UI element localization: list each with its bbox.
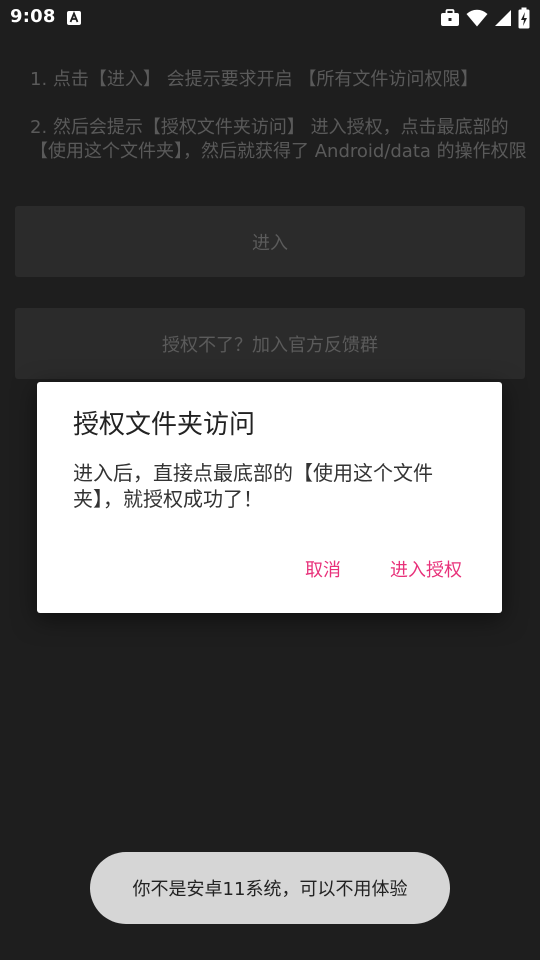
join-feedback-group-button[interactable]: 授权不了？加入官方反馈群 <box>15 308 525 379</box>
signal-icon <box>495 10 511 26</box>
toast-message: 你不是安卓11系统，可以不用体验 <box>90 852 450 924</box>
battery-charging-icon <box>518 7 530 29</box>
enter-button[interactable]: 进入 <box>15 206 525 277</box>
keyboard-a-icon <box>67 11 81 25</box>
briefcase-icon <box>441 9 459 26</box>
status-time: 9:08 <box>10 6 56 27</box>
instruction-step-1: 1. 点击【进入】 会提示要求开启 【所有文件访问权限】 <box>30 69 479 90</box>
dialog-title: 授权文件夹访问 <box>73 410 256 440</box>
cancel-button[interactable]: 取消 <box>305 554 341 588</box>
status-icons <box>440 7 530 29</box>
enter-authorization-button[interactable]: 进入授权 <box>390 554 462 588</box>
status-bar: 9:08 <box>0 0 540 36</box>
authorize-folder-dialog: 授权文件夹访问 进入后，直接点最底部的【使用这个文件夹】，就授权成功了！ 取消 … <box>37 382 502 613</box>
wifi-icon <box>466 9 488 27</box>
dialog-message: 进入后，直接点最底部的【使用这个文件夹】，就授权成功了！ <box>73 461 433 511</box>
instruction-step-2: 2. 然后会提示【授权文件夹访问】 进入授权，点击最底部的【使用这个文件夹】，然… <box>30 117 527 162</box>
